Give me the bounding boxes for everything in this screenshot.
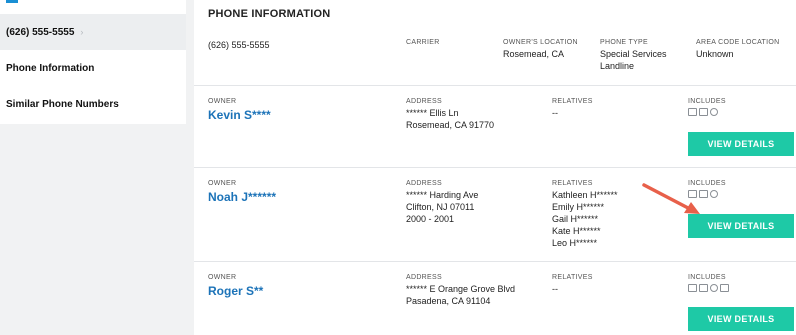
phone-icon	[710, 108, 718, 116]
includes-field: INCLUDES	[688, 98, 726, 116]
main-panel: PHONE INFORMATION (626) 555-5555 CARRIER…	[194, 0, 796, 335]
relative-name: --	[552, 108, 558, 118]
includes-label: INCLUDES	[688, 274, 726, 281]
includes-field: INCLUDES	[688, 180, 726, 198]
phone-type-label: PHONE TYPE	[600, 39, 648, 46]
address-line: ****** E Orange Grove Blvd	[406, 284, 516, 294]
relatives-label: RELATIVES	[552, 180, 593, 187]
owner-label: OWNER	[208, 274, 237, 281]
view-details-button[interactable]: VIEW DETAILS	[688, 132, 794, 156]
result-card: OWNER Roger S** ADDRESS ****** E Orange …	[194, 262, 796, 335]
includes-field: INCLUDES	[688, 274, 729, 292]
owner-field: OWNER Roger S**	[208, 274, 263, 298]
view-details-button[interactable]: VIEW DETAILS	[688, 307, 794, 331]
section-title: PHONE INFORMATION	[208, 8, 331, 20]
relative-name: Kathleen H******	[552, 190, 618, 200]
address-line: Pasadena, CA 91104	[406, 296, 491, 306]
area-code-label: AREA CODE LOCATION	[696, 39, 780, 46]
owner-label: OWNER	[208, 98, 237, 105]
sidebar-item-phone-number[interactable]: (626) 555-5555 ›	[0, 14, 186, 50]
sidebar-accent-bar	[6, 0, 18, 3]
property-icon	[688, 190, 697, 198]
owner-name-link[interactable]: Kevin S****	[208, 108, 271, 122]
relatives-label: RELATIVES	[552, 274, 593, 281]
sidebar-item-phone-information[interactable]: Phone Information	[0, 50, 186, 86]
carrier-field: CARRIER	[406, 39, 440, 46]
includes-label: INCLUDES	[688, 180, 726, 187]
phone-type-field: PHONE TYPE Special Services Landline	[600, 39, 667, 72]
area-code-value: Unknown	[696, 49, 734, 59]
relative-name: Emily H******	[552, 202, 605, 212]
email-icon	[720, 284, 729, 292]
relatives-field: RELATIVES --	[552, 98, 593, 119]
result-card: OWNER Kevin S**** ADDRESS ****** Ellis L…	[194, 86, 796, 168]
relatives-field: RELATIVES Kathleen H****** Emily H******…	[552, 180, 618, 249]
address-line: Rosemead, CA 91770	[406, 120, 495, 130]
property-icon	[688, 108, 697, 116]
phone-icon	[710, 284, 718, 292]
id-card-icon	[699, 108, 708, 116]
phone-type-line: Special Services	[600, 49, 667, 59]
owner-location-value: Rosemead, CA	[503, 49, 565, 59]
owner-location-label: OWNER'S LOCATION	[503, 39, 578, 46]
address-label: ADDRESS	[406, 98, 442, 105]
address-label: ADDRESS	[406, 274, 442, 281]
owner-label: OWNER	[208, 180, 237, 187]
address-field: ADDRESS ****** Harding Ave Clifton, NJ 0…	[406, 180, 478, 225]
phone-number: (626) 555-5555	[208, 40, 270, 50]
chevron-right-icon: ›	[80, 27, 84, 37]
result-card: OWNER Noah J****** ADDRESS ****** Hardin…	[194, 168, 796, 262]
relative-name: --	[552, 284, 558, 294]
owner-name-link[interactable]: Noah J******	[208, 190, 276, 204]
relative-name: Gail H******	[552, 214, 599, 224]
address-label: ADDRESS	[406, 180, 442, 187]
phone-type-line: Landline	[600, 61, 635, 71]
owner-location-field: OWNER'S LOCATION Rosemead, CA	[503, 39, 578, 60]
sidebar-item-label: Phone Information	[6, 62, 95, 74]
address-line: ****** Harding Ave	[406, 190, 479, 200]
view-details-button[interactable]: VIEW DETAILS	[688, 214, 794, 238]
relatives-field: RELATIVES --	[552, 274, 593, 295]
address-field: ADDRESS ****** E Orange Grove Blvd Pasad…	[406, 274, 515, 307]
owner-name-link[interactable]: Roger S**	[208, 284, 263, 298]
address-line: ****** Ellis Ln	[406, 108, 459, 118]
address-line: Clifton, NJ 07011	[406, 202, 475, 212]
phone-icon	[710, 190, 718, 198]
relative-name: Leo H******	[552, 238, 598, 248]
address-field: ADDRESS ****** Ellis Ln Rosemead, CA 917…	[406, 98, 494, 131]
id-card-icon	[699, 190, 708, 198]
id-card-icon	[699, 284, 708, 292]
sidebar: (626) 555-5555 › Phone Information Simil…	[0, 0, 186, 124]
sidebar-phone-label: (626) 555-5555	[6, 26, 75, 38]
area-code-field: AREA CODE LOCATION Unknown	[696, 39, 779, 60]
phone-info-block: (626) 555-5555 CARRIER OWNER'S LOCATION …	[194, 30, 796, 86]
carrier-label: CARRIER	[406, 39, 440, 46]
property-icon	[688, 284, 697, 292]
includes-label: INCLUDES	[688, 98, 726, 105]
relatives-label: RELATIVES	[552, 98, 593, 105]
relative-name: Kate H******	[552, 226, 601, 236]
address-years: 2000 - 2001	[406, 214, 455, 224]
sidebar-item-label: Similar Phone Numbers	[6, 98, 119, 110]
owner-field: OWNER Kevin S****	[208, 98, 271, 122]
sidebar-item-similar-numbers[interactable]: Similar Phone Numbers	[0, 86, 186, 122]
owner-field: OWNER Noah J******	[208, 180, 276, 204]
